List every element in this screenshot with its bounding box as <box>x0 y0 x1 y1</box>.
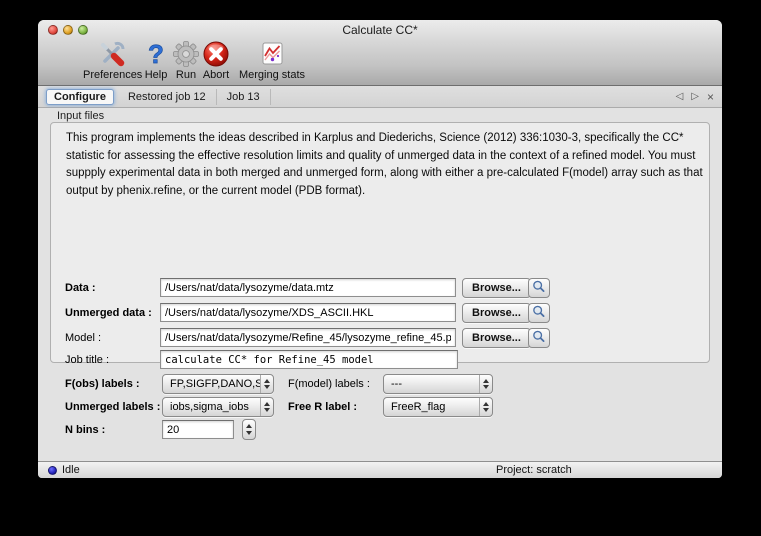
free-r-label-dropdown[interactable]: FreeR_flag <box>383 397 493 417</box>
data-inspect-button[interactable] <box>528 278 550 298</box>
input-files-section-label: Input files <box>57 110 105 122</box>
project-label: Project: scratch <box>496 464 572 476</box>
unmerged-labels-dropdown[interactable]: iobs,sigma_iobs <box>162 397 274 417</box>
status-text: Idle <box>62 464 80 476</box>
data-browse-button[interactable]: Browse... <box>462 278 531 298</box>
dropdown-arrows-icon <box>479 375 492 393</box>
run-button[interactable]: Run <box>171 40 201 81</box>
merging-stats-chart-icon <box>262 42 283 65</box>
fmodel-labels-dropdown[interactable]: --- <box>383 374 493 394</box>
unmerged-data-browse-button[interactable]: Browse... <box>462 303 531 323</box>
abort-button[interactable]: Abort <box>198 40 234 81</box>
model-label: Model : <box>65 332 102 344</box>
free-r-label-value: FreeR_flag <box>391 401 446 413</box>
window-header: Calculate CC* Preferences ? Help Run Abo… <box>38 20 722 86</box>
svg-text:?: ? <box>148 40 164 68</box>
data-path-input[interactable] <box>160 278 456 297</box>
tab-strip: Configure Restored job 12 Job 13 ◁ ▷ × <box>38 86 722 108</box>
dropdown-arrows-icon <box>260 375 273 393</box>
stepper-down-icon[interactable] <box>246 431 252 435</box>
merging-stats-label: Merging stats <box>238 69 306 81</box>
model-inspect-button[interactable] <box>528 328 550 348</box>
fmodel-labels-value: --- <box>391 378 402 390</box>
tab-scroll-left-icon[interactable]: ◁ <box>676 91 684 102</box>
model-browse-button[interactable]: Browse... <box>462 328 531 348</box>
tab-configure[interactable]: Configure <box>46 88 114 105</box>
abort-icon <box>203 41 229 67</box>
n-bins-stepper[interactable] <box>242 419 256 440</box>
tools-icon <box>101 41 125 67</box>
tab-close-icon[interactable]: × <box>707 90 714 104</box>
status-bar: Idle Project: scratch <box>38 461 722 478</box>
n-bins-label: N bins : <box>65 424 106 436</box>
window-title: Calculate CC* <box>342 23 418 37</box>
preferences-button[interactable]: Preferences <box>83 40 143 81</box>
tab-restored-job-12[interactable]: Restored job 12 <box>118 88 217 105</box>
status-indicator-icon <box>48 466 57 475</box>
abort-label: Abort <box>202 69 230 81</box>
data-label: Data : <box>65 282 96 294</box>
fobs-labels-dropdown[interactable]: FP,SIGFP,DANO,SI... <box>162 374 274 394</box>
magnifier-icon <box>533 280 545 292</box>
program-description: This program implements the ideas descri… <box>66 132 703 197</box>
unmerged-labels-value: iobs,sigma_iobs <box>170 401 249 413</box>
n-bins-input[interactable] <box>162 420 234 439</box>
unmerged-labels-label: Unmerged labels : <box>65 401 161 413</box>
unmerged-data-path-input[interactable] <box>160 303 456 322</box>
tab-job-13[interactable]: Job 13 <box>217 88 271 105</box>
fobs-labels-value: FP,SIGFP,DANO,SI... <box>170 378 260 390</box>
app-window: Calculate CC* Preferences ? Help Run Abo… <box>38 20 722 478</box>
help-icon: ? <box>148 40 165 68</box>
main-content: Input files This program implements the … <box>38 108 722 461</box>
job-title-label: Job title : <box>65 354 110 366</box>
fmodel-labels-label: F(model) labels : <box>288 378 370 390</box>
fobs-labels-label: F(obs) labels : <box>65 378 140 390</box>
tab-scroll-right-icon[interactable]: ▷ <box>691 91 699 102</box>
unmerged-data-label: Unmerged data : <box>65 307 152 319</box>
model-path-input[interactable] <box>160 328 456 347</box>
run-label: Run <box>175 69 197 81</box>
merging-stats-button[interactable]: Merging stats <box>234 40 310 81</box>
preferences-label: Preferences <box>83 69 143 81</box>
unmerged-data-inspect-button[interactable] <box>528 303 550 323</box>
job-title-input[interactable] <box>160 350 458 369</box>
magnifier-icon <box>533 330 545 342</box>
help-label: Help <box>144 69 168 81</box>
gear-icon <box>173 41 199 67</box>
magnifier-icon <box>533 305 545 317</box>
input-files-groupbox: This program implements the ideas descri… <box>50 122 710 363</box>
help-button[interactable]: ? Help <box>141 40 171 81</box>
dropdown-arrows-icon <box>479 398 492 416</box>
free-r-label-label: Free R label : <box>288 401 358 413</box>
stepper-up-icon[interactable] <box>246 424 252 428</box>
dropdown-arrows-icon <box>260 398 273 416</box>
